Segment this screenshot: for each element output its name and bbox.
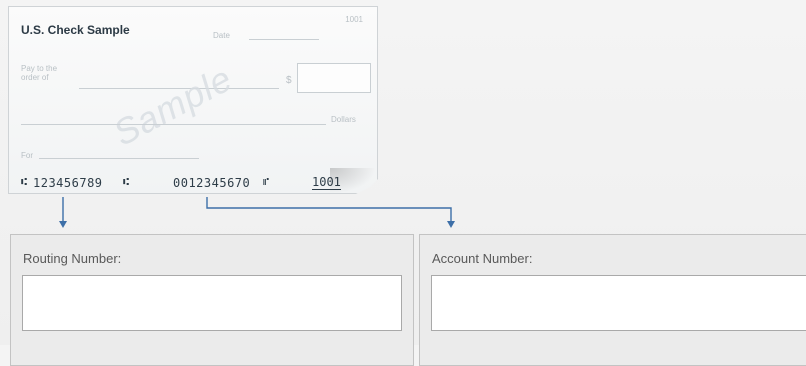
- date-label: Date: [213, 31, 230, 40]
- pay-to-label: Pay to the order of: [21, 64, 58, 82]
- micr-transit-symbol-right: ⑆: [123, 177, 129, 188]
- dollar-sign: $: [286, 75, 292, 86]
- sample-check: U.S. Check Sample 1001 Date Pay to the o…: [8, 6, 378, 194]
- dollars-line: [21, 124, 326, 125]
- for-label: For: [21, 151, 33, 160]
- routing-arrowhead-icon: [59, 221, 67, 228]
- account-number-input[interactable]: [431, 275, 806, 331]
- amount-box: [297, 63, 371, 93]
- routing-number-label: Routing Number:: [23, 251, 122, 266]
- dollars-label: Dollars: [331, 115, 356, 124]
- account-number-label: Account Number:: [432, 251, 533, 266]
- micr-transit-symbol-left: ⑆: [21, 177, 27, 188]
- date-line: [249, 39, 319, 40]
- micr-account-number: 0012345670: [173, 176, 251, 190]
- check-title: U.S. Check Sample: [21, 23, 130, 37]
- routing-number-input[interactable]: [22, 275, 402, 331]
- account-arrowhead-icon: [447, 221, 455, 228]
- micr-routing-number: 123456789: [33, 176, 103, 190]
- memo-line: [39, 158, 199, 159]
- micr-check-number: 1001: [312, 175, 341, 190]
- check-number-top: 1001: [345, 15, 363, 24]
- sample-watermark: Sample: [106, 57, 239, 154]
- account-number-panel: Account Number:: [419, 234, 806, 366]
- account-connector-line: [206, 197, 452, 222]
- micr-onus-symbol: ⑈: [263, 177, 269, 188]
- routing-number-panel: Routing Number:: [10, 234, 414, 366]
